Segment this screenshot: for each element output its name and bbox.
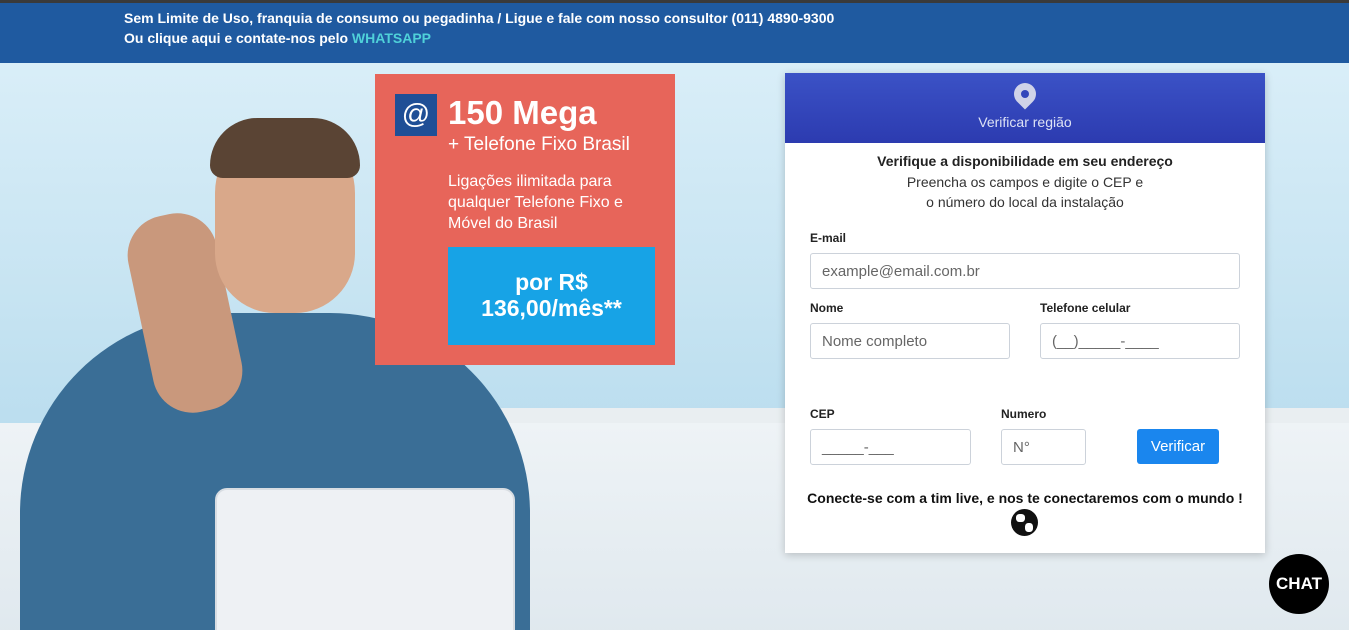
laptop [215,488,515,630]
form-subheading-2: o número do local da instalação [926,194,1124,210]
phone-label: Telefone celular [1040,301,1131,315]
name-label: Nome [810,301,844,315]
price-prefix: por R$ [515,269,588,295]
email-label: E-mail [810,231,847,245]
form-header: Verificar região [785,73,1265,143]
banner-text: Sem Limite de Uso, franquia de consumo o… [124,10,835,26]
plan-description: Ligações ilimitada para qualquer Telefon… [448,173,623,232]
globe-icon [1011,509,1038,536]
banner-contact: Ou clique aqui e contate-nos pelo WHATSA… [124,30,431,46]
form-subheading-1: Preencha os campos e digite o CEP e [906,174,1144,190]
top-banner: Sem Limite de Uso, franquia de consumo o… [0,0,1349,63]
form-heading: Verifique a disponibilidade em seu ender… [877,153,1173,169]
plan-subtitle: + Telefone Fixo Brasil [448,134,630,155]
plan-speed: 150 Mega [448,94,597,131]
plan-price-box: por R$ 136,00/mês** [448,247,655,345]
form-footer-text: Conecte-se com a tim live, e nos te cone… [807,490,1243,506]
location-pin-icon [1009,78,1041,110]
cep-label: CEP [810,407,835,421]
at-icon: @ [395,94,437,136]
verify-button[interactable]: Verificar [1137,429,1219,464]
cep-field[interactable]: _____-___ [810,429,971,465]
chat-button[interactable]: CHAT [1269,554,1329,614]
form-header-title: Verificar região [978,114,1072,130]
whatsapp-link[interactable]: WHATSAPP [352,30,431,46]
banner-contact-text: Ou clique aqui e contate-nos pelo [124,30,352,46]
email-field[interactable]: example@email.com.br [810,253,1240,289]
phone-field[interactable]: (__)_____-____ [1040,323,1240,359]
availability-form: Verificar região Verifique a disponibili… [785,73,1265,553]
number-field[interactable]: N° [1001,429,1086,465]
name-field[interactable]: Nome completo [810,323,1010,359]
number-label: Numero [1001,407,1047,421]
plan-promo-card: @ 150 Mega + Telefone Fixo Brasil Ligaçõ… [375,74,675,365]
price-value: 136,00/mês** [481,295,622,321]
person-hair [210,118,360,178]
